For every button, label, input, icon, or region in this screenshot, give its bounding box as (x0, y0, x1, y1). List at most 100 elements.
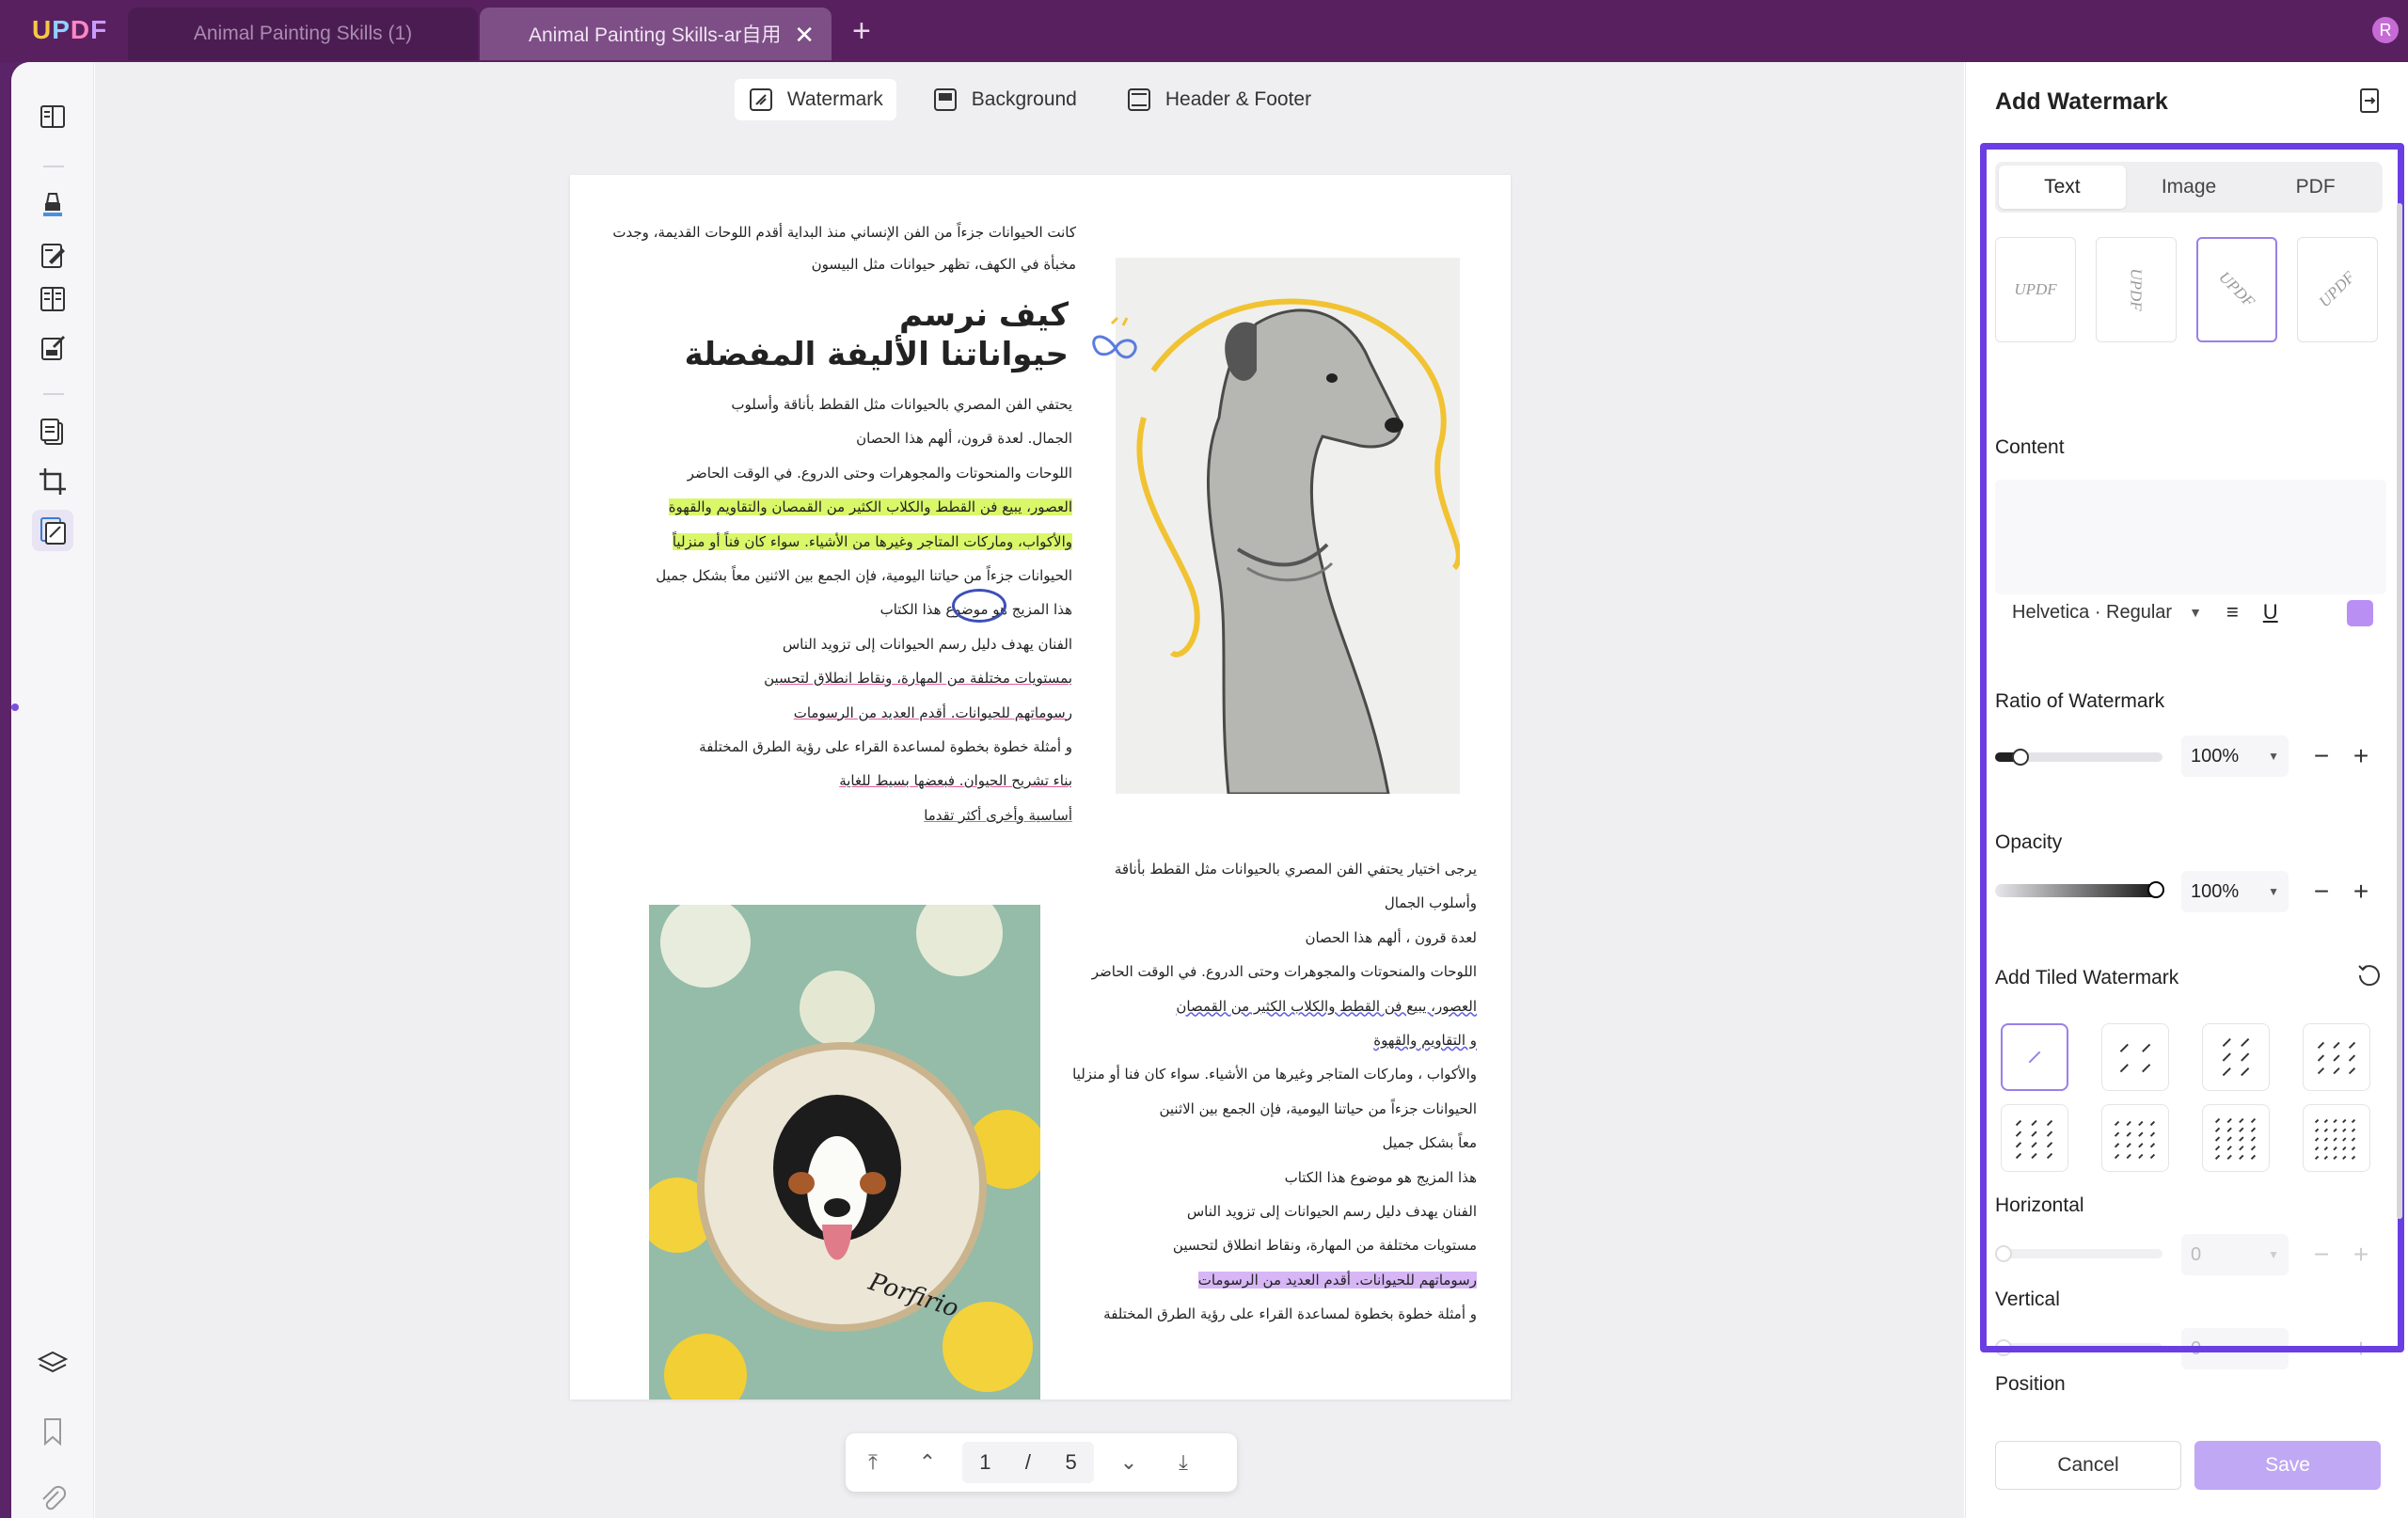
preset-vertical[interactable]: UPDF (2096, 237, 2177, 342)
embroidery-dog-photo: Porfirio (649, 905, 1040, 1399)
opacity-stepper: − + (2302, 871, 2381, 912)
chevron-down-icon[interactable]: ▼ (2189, 605, 2202, 620)
tile-option-3x3[interactable] (2303, 1023, 2370, 1091)
vertical-slider-handle[interactable] (1995, 1339, 2012, 1356)
tile-option-4x5[interactable] (2202, 1104, 2270, 1172)
opacity-value-select[interactable]: 100% ▼ (2181, 871, 2289, 912)
convert-pages-icon[interactable] (32, 412, 73, 453)
preset-diagonal-up[interactable]: UPDF (2297, 237, 2378, 342)
save-button[interactable]: Save (2194, 1441, 2381, 1490)
plus-icon[interactable]: + (2353, 741, 2368, 771)
close-tab-icon[interactable]: ✕ (794, 21, 815, 50)
opacity-slider-handle[interactable] (2147, 881, 2164, 898)
circle-annotation[interactable] (952, 589, 1006, 623)
font-select[interactable]: Helvetica · Regular (2012, 602, 2172, 624)
page-tools-toolbar: Watermark Background Header & Footer (95, 62, 1964, 141)
horizontal-stepper: − + (2302, 1234, 2381, 1275)
tile-option-2x2[interactable] (2101, 1023, 2169, 1091)
reset-icon[interactable] (2355, 961, 2384, 989)
layers-icon[interactable] (32, 1343, 73, 1384)
fill-sign-icon[interactable] (32, 327, 73, 369)
panel-scrollbar[interactable] (2397, 203, 2402, 1219)
text-line: والأكواب ، وماركات المتاجر وغيرها من الأ… (1072, 1066, 1477, 1083)
minus-icon[interactable]: − (2314, 1334, 2329, 1364)
comment-highlighter-icon[interactable] (32, 184, 73, 226)
watermark-text-input[interactable] (1995, 480, 2386, 594)
background-button[interactable]: Background (919, 79, 1090, 120)
watermark-button[interactable]: Watermark (734, 79, 896, 120)
attachment-icon[interactable] (32, 1478, 73, 1518)
batch-document-icon[interactable] (2355, 87, 2384, 115)
current-page[interactable]: 1 (979, 1450, 990, 1475)
vertical-slider[interactable] (1995, 1339, 2162, 1356)
tab-image[interactable]: Image (2126, 166, 2253, 209)
tab-animal-painting-skills-1[interactable]: Animal Painting Skills (1) (128, 8, 478, 60)
organize-pages-icon[interactable] (32, 278, 73, 320)
tab-animal-painting-skills-ar[interactable]: Animal Painting Skills-ar自用 ✕ (480, 8, 832, 60)
minus-icon[interactable]: − (2314, 1240, 2329, 1270)
watermark-label: Watermark (786, 88, 883, 110)
underline-icon[interactable]: U (2263, 600, 2278, 625)
tile-option-4x4[interactable] (2101, 1104, 2169, 1172)
text-line: و أمثلة خطوة بخطوة لمساعدة القراء على رؤ… (1103, 1305, 1477, 1323)
avatar[interactable]: R (2372, 17, 2399, 43)
plus-icon[interactable]: + (2353, 877, 2368, 907)
preset-diagonal-down[interactable]: UPDF (2196, 237, 2277, 342)
ratio-stepper: − + (2302, 735, 2381, 777)
text-color-swatch[interactable] (2347, 600, 2373, 626)
opacity-slider[interactable] (1995, 881, 2164, 898)
header-footer-label: Header & Footer (1164, 88, 1312, 110)
pdf-page[interactable]: كانت الحيوانات جزءاً من الفن الإنساني من… (570, 175, 1511, 1399)
new-tab-icon[interactable]: + (852, 13, 871, 50)
edit-pdf-icon[interactable] (32, 235, 73, 277)
panel-title: Add Watermark (1995, 88, 2168, 115)
horizontal-slider-handle[interactable] (1995, 1245, 2012, 1262)
ratio-value-select[interactable]: 100% ▼ (2181, 735, 2289, 777)
tile-option-1x1[interactable] (2001, 1023, 2068, 1091)
underlined-text-line: رسوماتهم للحيوانات. أقدم العديد من الرسو… (793, 704, 1072, 721)
header-footer-button[interactable]: Header & Footer (1113, 79, 1324, 120)
reader-icon[interactable] (32, 96, 73, 137)
page-number-field[interactable]: 1 / 5 (962, 1442, 1094, 1483)
ratio-slider[interactable] (1995, 749, 2162, 766)
active-tool-indicator (11, 704, 19, 711)
highlighted-text-line: والأكواب، وماركات المتاجر وغيرها من الأش… (672, 532, 1072, 550)
horizontal-value-select[interactable]: 0 ▼ (2181, 1234, 2289, 1275)
background-icon (933, 88, 957, 111)
tab-label: Animal Painting Skills-ar自用 (529, 24, 782, 46)
tile-option-2x3[interactable] (2202, 1023, 2270, 1091)
text-line: الحيوانات جزءاً من حياتنا اليومية، فإن ا… (1159, 1099, 1477, 1117)
align-left-icon[interactable]: ≡ (2226, 600, 2239, 625)
tile-option-5x5[interactable] (2303, 1104, 2370, 1172)
content-label: Content (1995, 436, 2065, 458)
plus-icon[interactable]: + (2353, 1334, 2368, 1364)
tile-option-3x4[interactable] (2001, 1104, 2068, 1172)
tab-label: Animal Painting Skills (1) (193, 23, 413, 44)
tab-pdf[interactable]: PDF (2252, 166, 2379, 209)
highlighted-text-line: العصور، يبيع فن القطط والكلاب الكثير من … (668, 498, 1072, 516)
next-page-icon[interactable]: ⌄ (1101, 1450, 1156, 1475)
minus-icon[interactable]: − (2314, 741, 2329, 771)
cancel-button[interactable]: Cancel (1995, 1441, 2181, 1490)
preset-horizontal[interactable]: UPDF (1995, 237, 2076, 342)
underlined-text-line: أساسية وأخرى أكثر تقدما (924, 806, 1072, 824)
crop-icon[interactable] (32, 461, 73, 502)
text-line: معاً بشكل جميل (1382, 1134, 1477, 1152)
plus-icon[interactable]: + (2353, 1240, 2368, 1270)
page-tools-watermark-icon[interactable] (32, 510, 73, 551)
minus-icon[interactable]: − (2314, 877, 2329, 907)
text-line: الحيوانات جزءاً من حياتنا اليومية، فإن ا… (656, 566, 1072, 584)
first-page-icon[interactable]: ⤒ (846, 1450, 900, 1475)
vertical-value-select[interactable]: 0 ▼ (2181, 1328, 2289, 1369)
last-page-icon[interactable]: ⤓ (1156, 1450, 1211, 1475)
text-line: هذا المزيج هو موضوع هذا الكتاب (1284, 1168, 1477, 1186)
watermark-type-tabs: Text Image PDF (1995, 162, 2383, 213)
tab-text[interactable]: Text (1999, 166, 2126, 209)
text-line: الفنان يهدف دليل رسم الحيوانات إلى تزويد… (1186, 1202, 1477, 1220)
ratio-slider-handle[interactable] (2012, 749, 2029, 766)
horizontal-slider[interactable] (1995, 1245, 2162, 1262)
text-line: و أمثلة خطوة بخطوة لمساعدة القراء على رؤ… (699, 737, 1072, 755)
add-watermark-panel: Add Watermark Text Image PDF UPDF UPDF U… (1965, 62, 2408, 1518)
previous-page-icon[interactable]: ⌃ (900, 1450, 955, 1475)
bookmark-icon[interactable] (32, 1411, 73, 1452)
